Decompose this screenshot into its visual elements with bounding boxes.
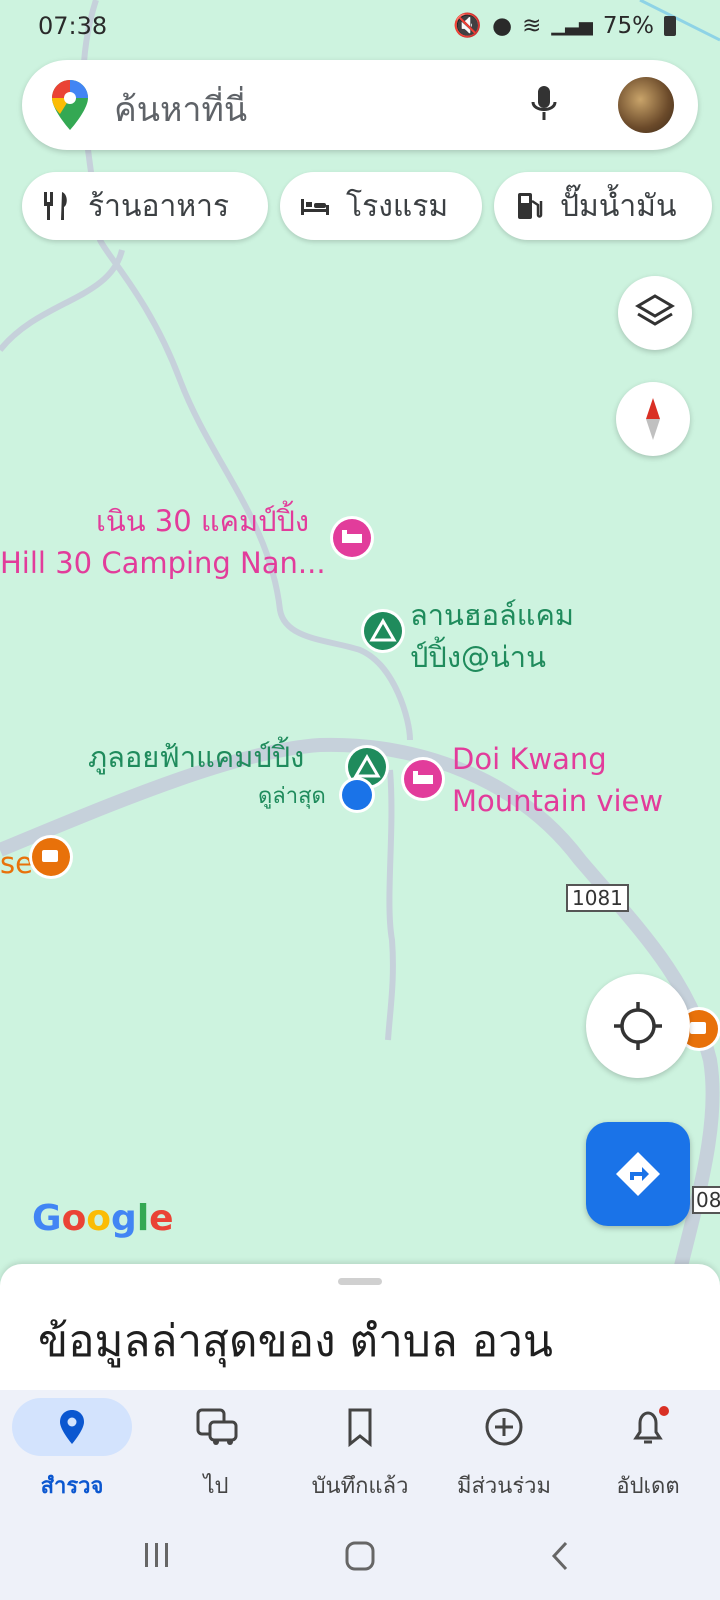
directions-icon [616,1152,660,1196]
nav-updates[interactable]: อัปเดต [576,1390,720,1520]
location-pin-icon [60,1410,84,1444]
place-label[interactable]: Doi Kwang [452,738,607,780]
nav-label: อัปเดต [616,1474,680,1499]
back-button[interactable] [548,1540,572,1576]
battery-icon [664,15,676,36]
chip-label: ร้านอาหาร [88,188,230,224]
nav-label: สำรวจ [40,1474,104,1499]
status-icons: 🔇 ● ≋ ▁▃▅ 75% [453,12,676,39]
maps-logo-icon [52,80,88,134]
status-bar: 07:38 🔇 ● ≋ ▁▃▅ 75% [0,0,720,52]
road-shield: 1081 [566,884,629,912]
back-icon [551,1541,568,1571]
chip-label: ปั๊มน้ำมัน [560,188,677,224]
nav-icon-wrap [444,1398,564,1456]
home-icon [345,1541,375,1571]
signal-icon: ▁▃▅ [551,15,593,36]
place-label[interactable]: ป์ปิ้ง@น่าน [410,636,546,678]
bookmark-icon [348,1408,372,1448]
nav-icon-wrap [300,1398,420,1456]
nav-icon-wrap [588,1398,708,1456]
search-input[interactable]: ค้นหาที่นี่ [114,82,247,136]
mute-icon: 🔇 [453,13,482,39]
nav-saved[interactable]: บันทึกแล้ว [288,1390,432,1520]
search-bar[interactable]: ค้นหาที่นี่ [22,60,698,150]
recent-apps-button[interactable] [142,1540,172,1574]
latest-label: ดูล่าสุด [258,784,326,809]
chip-label: โรงแรม [346,188,449,224]
status-time: 07:38 [38,12,108,40]
add-circle-icon [485,1408,523,1446]
google-logo: Google [32,1198,174,1239]
campground-pin-icon[interactable] [364,612,402,650]
place-label[interactable]: Hill 30 Camping Nan... [0,542,326,584]
place-label[interactable]: Mountain view [452,780,663,822]
chip-restaurant[interactable]: ร้านอาหาร [22,172,268,240]
sheet-title: ข้อมูลล่าสุดของ ตำบล อวน [38,1316,553,1367]
compass-icon [646,398,660,440]
sheet-handle[interactable] [338,1278,382,1285]
road-shield: 081 [692,1186,720,1214]
chip-hotel[interactable]: โรงแรม [280,172,482,240]
nav-label: มีส่วนร่วม [457,1474,551,1499]
compass-button[interactable] [616,382,690,456]
place-label[interactable]: ลานฮอล์แคม [410,594,574,636]
commute-icon [196,1408,238,1445]
gas-station-icon [518,193,543,219]
cafe-pin-icon[interactable] [32,838,70,876]
my-location-dot [342,780,372,810]
mic-icon[interactable] [530,84,558,128]
place-label[interactable]: เนิน 30 แคมป์ปิ้ง [96,500,309,542]
system-nav-bar [0,1520,720,1600]
place-label[interactable]: ภูลอยฟ้าแคมป์ปิ้ง [88,736,304,778]
bottom-sheet[interactable]: ข้อมูลล่าสุดของ ตำบล อวน [0,1264,720,1392]
nav-icon-wrap [156,1398,276,1456]
wifi-icon: ≋ [522,12,542,39]
bell-icon [633,1406,669,1444]
place-label[interactable]: se [0,842,33,884]
home-button[interactable] [344,1540,376,1576]
nav-active-indicator [12,1398,132,1456]
recent-apps-icon [145,1543,168,1567]
battery-text: 75% [602,12,654,39]
nav-contribute[interactable]: มีส่วนร่วม [432,1390,576,1520]
directions-button[interactable] [586,1122,690,1226]
nav-explore[interactable]: สำรวจ [0,1390,144,1520]
restaurant-icon [44,192,67,220]
chip-gas[interactable]: ปั๊มน้ำมัน [494,172,712,240]
hotel-icon [301,199,329,215]
my-location-button[interactable] [586,974,690,1078]
nav-go[interactable]: ไป [144,1390,288,1520]
nav-label: ไป [203,1474,229,1499]
location-icon: ● [491,12,513,39]
layers-button[interactable] [618,276,692,350]
bottom-nav: สำรวจ ไป บันทึกแล้ว มีส่วนร่วม อัปเดต [0,1390,720,1520]
layers-icon [635,294,675,326]
avatar[interactable] [618,77,674,133]
crosshair-icon [614,1002,662,1050]
hotel-pin-icon[interactable] [404,760,442,798]
nav-label: บันทึกแล้ว [311,1474,409,1499]
hotel-pin-icon[interactable] [333,519,371,557]
